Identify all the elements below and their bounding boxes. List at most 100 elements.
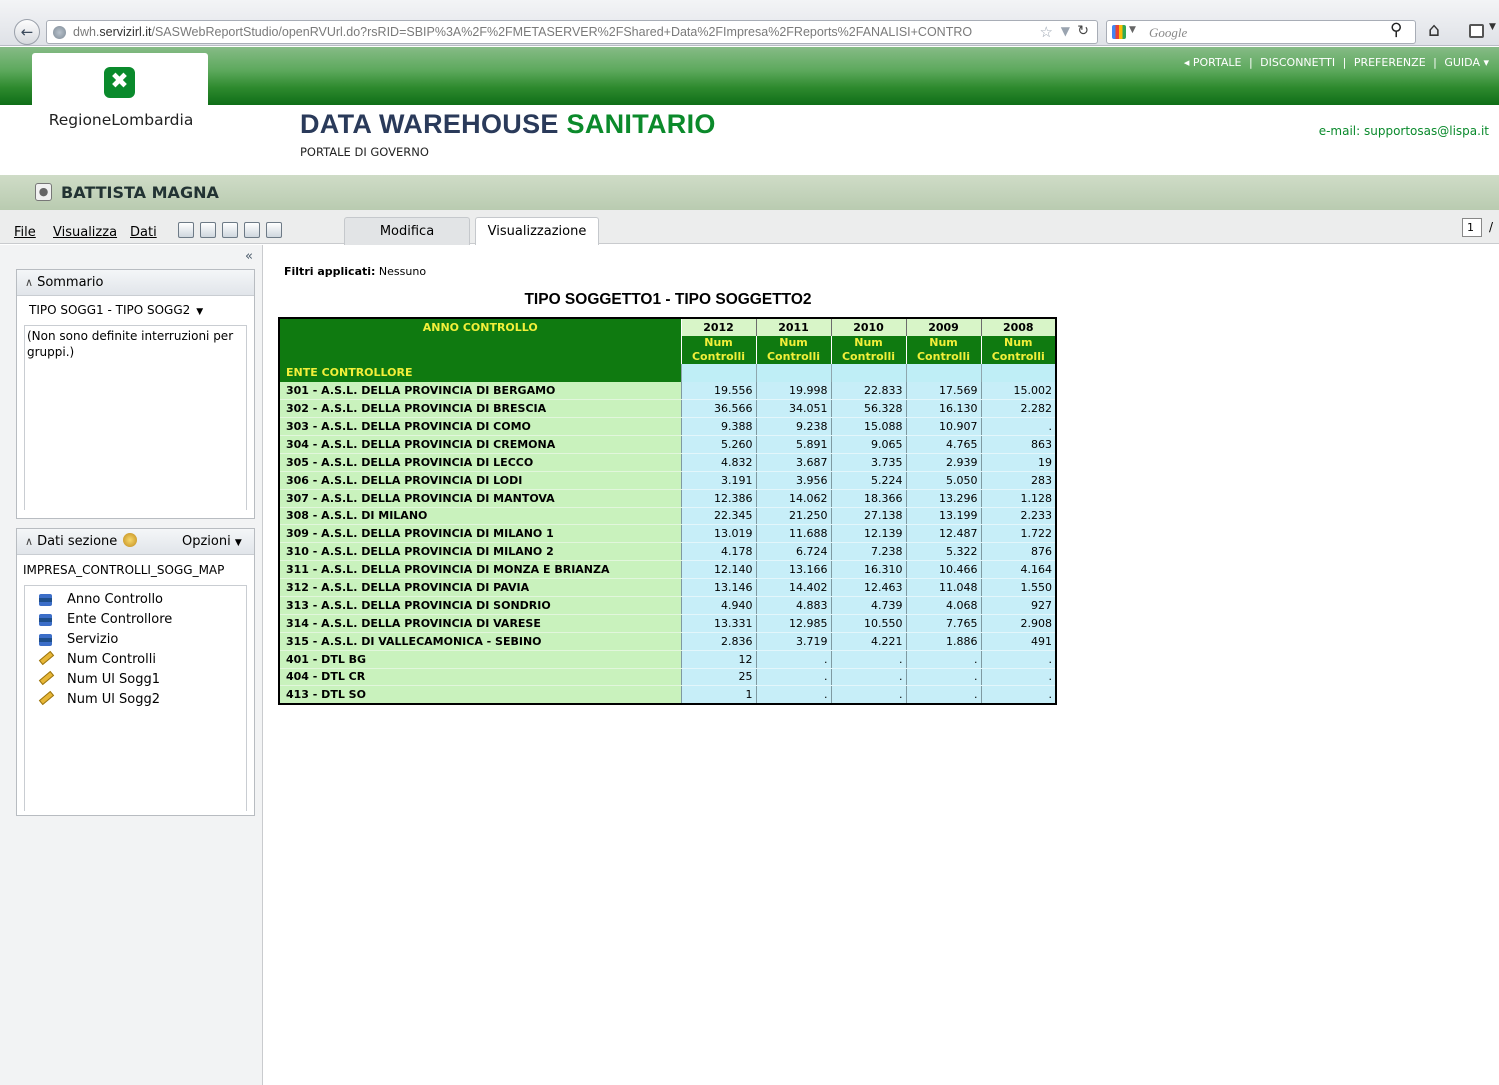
sommario-select[interactable]: TIPO SOGG1 - TIPO SOGG2 ▼ (24, 300, 247, 321)
print-icon[interactable] (244, 222, 260, 238)
row-label[interactable]: 309 - A.S.L. DELLA PROVINCIA DI MILANO 1 (279, 524, 681, 544)
field-list: Anno Controllo Ente Controllore Servizio… (24, 585, 247, 811)
year-header[interactable]: 2009 (905, 318, 981, 336)
row-label[interactable]: 401 - DTL BG (279, 650, 681, 669)
opzioni-menu[interactable]: Opzioni ▼ (182, 529, 242, 556)
field-num-controlli[interactable]: Num Controlli (25, 650, 246, 670)
chevron-up-icon[interactable]: ∧ (25, 276, 33, 289)
menu-file[interactable]: File (14, 225, 36, 240)
export-excel-icon[interactable] (266, 222, 282, 238)
category-icon (39, 614, 52, 626)
value-cell: 4.068 (905, 596, 981, 615)
measure-header[interactable]: Num Controlli (830, 335, 906, 364)
portale-link[interactable]: ◂ PORTALE (1184, 56, 1242, 69)
row-label[interactable]: 413 - DTL SO (279, 685, 681, 705)
value-cell: 4.221 (830, 632, 906, 651)
row-label[interactable]: 314 - A.S.L. DELLA PROVINCIA DI VARESE (279, 614, 681, 633)
row-label[interactable]: 315 - A.S.L. DI VALLECAMONICA - SEBINO (279, 632, 681, 651)
back-button[interactable]: ← (14, 19, 40, 45)
row-label[interactable]: 301 - A.S.L. DELLA PROVINCIA DI BERGAMO (279, 381, 681, 401)
menu-dati[interactable]: Dati (130, 225, 157, 240)
row-label[interactable]: 313 - A.S.L. DELLA PROVINCIA DI SONDRIO (279, 596, 681, 615)
home-icon[interactable]: ⌂ (1428, 19, 1440, 41)
value-cell: 22.833 (830, 381, 906, 401)
value-cell: 14.402 (755, 578, 831, 597)
page-number-input[interactable]: 1 (1462, 218, 1482, 237)
tab-visualizzazione[interactable]: Visualizzazione (475, 217, 599, 246)
sommario-header[interactable]: ∧ Sommario (17, 270, 254, 296)
row-label[interactable]: 404 - DTL CR (279, 668, 681, 687)
value-cell: 27.138 (830, 507, 906, 526)
logo[interactable]: ✖ RegioneLombardia (32, 53, 208, 133)
table-row: 312 - A.S.L. DELLA PROVINCIA DI PAVIA 13.… (279, 578, 1056, 597)
year-header[interactable]: 2012 (680, 318, 756, 336)
dati-sezione-header[interactable]: ∧ Dati sezione Opzioni ▼ (17, 529, 254, 555)
table-row: 303 - A.S.L. DELLA PROVINCIA DI COMO 9.38… (279, 417, 1056, 436)
bookmarks-icon[interactable] (1469, 24, 1484, 38)
value-cell: 14.062 (755, 489, 831, 508)
row-label[interactable]: 304 - A.S.L. DELLA PROVINCIA DI CREMONA (279, 435, 681, 454)
measure-header[interactable]: Num Controlli (680, 335, 756, 364)
applied-filters: Filtri applicati: Nessuno (284, 265, 427, 278)
new-report-icon[interactable] (178, 222, 194, 238)
row-dimension-header[interactable]: ENTE CONTROLLORE (279, 363, 681, 382)
row-label[interactable]: 303 - A.S.L. DELLA PROVINCIA DI COMO (279, 417, 681, 436)
row-label[interactable]: 302 - A.S.L. DELLA PROVINCIA DI BRESCIA (279, 399, 681, 419)
value-cell: 1.886 (905, 632, 981, 651)
measure-header[interactable]: Num Controlli (905, 335, 981, 364)
menu-visualizza[interactable]: Visualizza (53, 225, 117, 240)
header-blank-cell (905, 363, 981, 382)
tab-modifica[interactable]: Modifica (344, 217, 470, 245)
row-label[interactable]: 307 - A.S.L. DELLA PROVINCIA DI MANTOVA (279, 489, 681, 508)
disconnetti-link[interactable]: DISCONNETTI (1260, 56, 1335, 69)
value-cell: 2.233 (980, 507, 1056, 526)
support-email[interactable]: e-mail: supportosas@lispa.it (1319, 124, 1489, 138)
row-label[interactable]: 305 - A.S.L. DELLA PROVINCIA DI LECCO (279, 453, 681, 472)
field-num-ul-sogg1[interactable]: Num Ul Sogg1 (25, 670, 246, 690)
row-label[interactable]: 312 - A.S.L. DELLA PROVINCIA DI PAVIA (279, 578, 681, 597)
chevron-down-icon[interactable]: ▼ (196, 307, 203, 317)
value-cell: 10.466 (905, 560, 981, 580)
field-num-ul-sogg2[interactable]: Num Ul Sogg2 (25, 690, 246, 710)
category-icon (39, 594, 52, 606)
address-bar[interactable]: dwh.servizirl.it/SASWebReportStudio/open… (46, 20, 1098, 44)
preferenze-link[interactable]: PREFERENZE (1354, 56, 1426, 69)
value-cell: 4.883 (755, 596, 831, 615)
table-row: 401 - DTL BG 12.... (279, 650, 1056, 669)
google-icon[interactable] (1112, 25, 1126, 39)
row-label[interactable]: 311 - A.S.L. DELLA PROVINCIA DI MONZA E … (279, 560, 681, 580)
value-cell: 4.739 (830, 596, 906, 615)
row-label[interactable]: 306 - A.S.L. DELLA PROVINCIA DI LODI (279, 471, 681, 490)
year-header[interactable]: 2008 (980, 318, 1056, 336)
field-anno-controllo[interactable]: Anno Controllo (25, 590, 246, 610)
value-cell: 1.128 (980, 489, 1056, 508)
value-cell: 56.328 (830, 399, 906, 419)
chevron-down-icon[interactable]: ▼ (1129, 25, 1136, 35)
refresh-data-icon[interactable] (123, 533, 138, 547)
star-icon[interactable]: ☆ (1040, 23, 1053, 41)
year-header[interactable]: 2011 (755, 318, 831, 336)
field-ente-controllore[interactable]: Ente Controllore (25, 610, 246, 630)
value-cell: 11.688 (755, 524, 831, 544)
open-folder-icon[interactable] (200, 222, 216, 238)
row-label[interactable]: 310 - A.S.L. DELLA PROVINCIA DI MILANO 2 (279, 542, 681, 562)
year-header[interactable]: 2010 (830, 318, 906, 336)
measure-header[interactable]: Num Controlli (980, 335, 1056, 364)
search-box[interactable]: ▼ Google (1106, 20, 1416, 44)
search-icon[interactable]: ⚲ (1390, 20, 1402, 40)
dropdown-icon[interactable]: ▼ (1061, 24, 1070, 38)
measure-header[interactable]: Num Controlli (755, 335, 831, 364)
value-cell: . (980, 650, 1056, 669)
value-cell: 1 (680, 685, 756, 705)
chevron-up-icon[interactable]: ∧ (25, 535, 33, 548)
value-cell: 19.998 (755, 381, 831, 401)
guida-link[interactable]: GUIDA ▾ (1444, 56, 1489, 69)
field-servizio[interactable]: Servizio (25, 630, 246, 650)
chevron-down-icon[interactable]: ▼ (1489, 22, 1496, 32)
collapse-panel-icon[interactable]: « (245, 249, 253, 264)
save-icon[interactable] (222, 222, 238, 238)
url-text[interactable]: dwh.servizirl.it/SASWebReportStudio/open… (73, 25, 1033, 39)
reload-icon[interactable]: ↻ (1077, 23, 1089, 39)
col-dimension-header[interactable]: ANNO CONTROLLO (279, 318, 682, 336)
row-label[interactable]: 308 - A.S.L. DI MILANO (279, 507, 681, 526)
